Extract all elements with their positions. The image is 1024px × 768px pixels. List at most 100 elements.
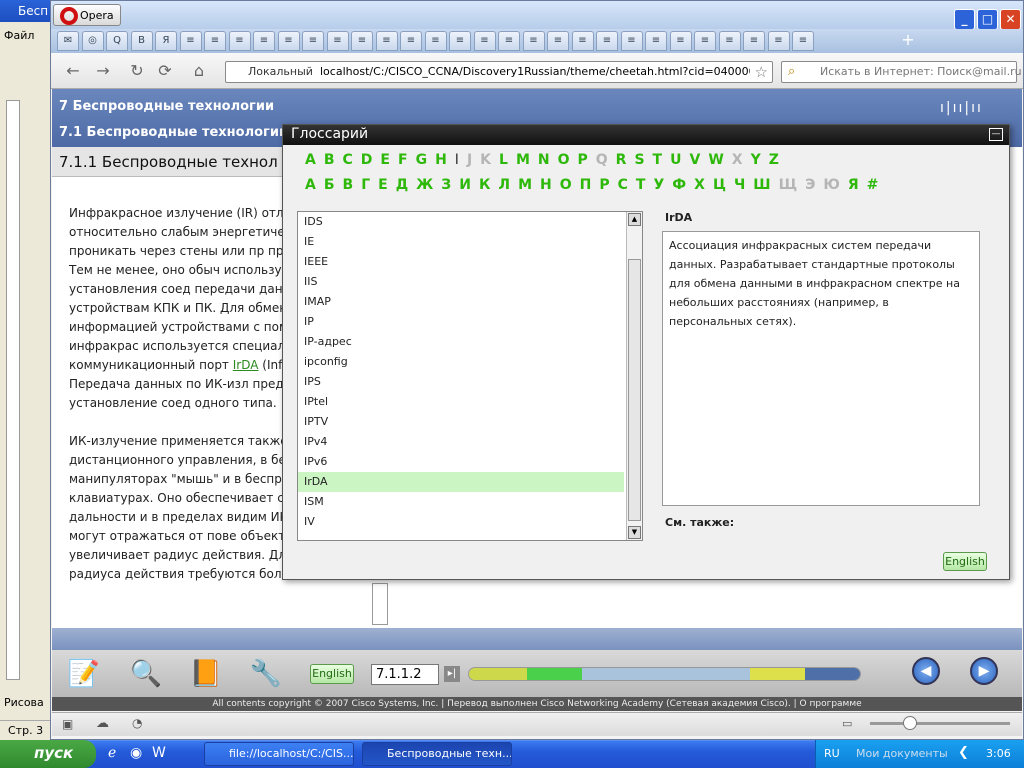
progress-segment[interactable] [638, 668, 694, 680]
browser-tab[interactable]: ≡ [547, 31, 569, 51]
latin-letter[interactable]: B [324, 152, 335, 168]
browser-tab[interactable]: ≡ [645, 31, 667, 51]
speed-dial-icon[interactable]: ◔ [132, 716, 142, 730]
browser-tab[interactable]: ≡ [620, 31, 643, 51]
term-list-item[interactable]: IV [298, 512, 624, 532]
term-list-item[interactable]: IPv6 [298, 452, 624, 472]
latin-letter[interactable]: C [343, 152, 353, 168]
scroll-down-icon[interactable]: ▼ [628, 526, 641, 539]
latin-letter[interactable]: M [516, 152, 530, 168]
zoom-slider-knob[interactable] [903, 716, 917, 730]
term-list-item[interactable]: IDS [298, 212, 624, 232]
page-number-field[interactable]: 7.1.1.2 [371, 664, 439, 685]
browser-tab[interactable]: ≡ [351, 31, 373, 51]
term-list-item[interactable]: IPv4 [298, 432, 624, 452]
progress-segment[interactable] [582, 668, 639, 680]
browser-tab[interactable]: Я [155, 31, 177, 51]
browser-tab[interactable]: ≡ [694, 31, 716, 51]
forward-icon[interactable]: → [93, 61, 113, 81]
cyrillic-letter[interactable]: О [560, 177, 572, 193]
cyrillic-letter[interactable]: З [441, 177, 451, 193]
term-list-item[interactable]: IMAP [298, 292, 624, 312]
latin-letter[interactable]: U [670, 152, 681, 168]
tray-arrow-icon[interactable]: ❮ [958, 745, 969, 760]
browser-tab[interactable]: ≡ [228, 31, 251, 51]
term-list-item[interactable]: IPtel [298, 392, 624, 412]
start-button[interactable]: пуск [0, 740, 96, 768]
tools-icon[interactable]: 🔧 [244, 656, 288, 692]
latin-letter[interactable]: W [708, 152, 723, 168]
cyrillic-letter[interactable]: С [618, 177, 628, 193]
browser-tab[interactable]: ≡ [204, 31, 226, 51]
minimize-button[interactable]: _ [954, 9, 975, 30]
cyrillic-letter[interactable]: Б [324, 177, 335, 193]
panel-toggle-icon[interactable]: ▣ [62, 717, 73, 731]
latin-letter[interactable]: F [398, 152, 408, 168]
term-list-scrollbar[interactable]: ▲ ▼ [626, 212, 642, 540]
browser-tab[interactable]: ≡ [669, 31, 692, 51]
browser-tab[interactable]: ✉ [57, 31, 79, 51]
latin-letter[interactable]: R [616, 152, 627, 168]
word-menu-file[interactable]: Файл [0, 24, 52, 46]
browser-tab[interactable]: ≡ [571, 31, 594, 51]
search-engine-icon[interactable]: ⌕ [788, 64, 795, 79]
cyrillic-letter[interactable]: В [343, 177, 354, 193]
browser-tab[interactable]: ≡ [596, 31, 618, 51]
cyrillic-letter[interactable]: Ч [734, 177, 745, 193]
cyrillic-letter[interactable]: Ж [416, 177, 433, 193]
browser-tab[interactable]: ≡ [326, 31, 349, 51]
term-list-item[interactable]: ISM [298, 492, 624, 512]
latin-letter[interactable]: D [361, 152, 373, 168]
word-quicklaunch-icon[interactable]: W [152, 745, 166, 761]
my-documents-link[interactable]: Мои документы [856, 747, 948, 760]
glossary-book-icon[interactable]: 📙 [184, 656, 228, 692]
term-list-item[interactable]: ipconfig [298, 352, 624, 372]
browser-tab[interactable]: ◎ [81, 31, 104, 51]
notes-icon[interactable]: 📝 [62, 656, 106, 692]
latin-letter[interactable]: Y [751, 152, 761, 168]
glossary-english-button[interactable]: English [943, 552, 987, 571]
close-button[interactable]: ✕ [1000, 9, 1021, 30]
term-list-item[interactable]: IIS [298, 272, 624, 292]
opera-menu-button[interactable]: Opera [53, 4, 121, 26]
go-page-icon[interactable]: ▸| [444, 666, 460, 682]
term-list-item[interactable]: IPS [298, 372, 624, 392]
cyrillic-letter[interactable]: П [580, 177, 592, 193]
cyrillic-letter[interactable]: Р [599, 177, 609, 193]
language-indicator[interactable]: RU [824, 747, 840, 760]
browser-tab[interactable]: ≡ [498, 31, 520, 51]
browser-tab[interactable]: ≡ [743, 31, 765, 51]
cyrillic-letter[interactable]: К [479, 177, 490, 193]
zoom-slider[interactable] [870, 722, 1010, 725]
history-icon[interactable]: ⟳ [155, 61, 175, 81]
browser-tab[interactable]: Q [106, 31, 128, 51]
cyrillic-letter[interactable]: Я [848, 177, 859, 193]
browser-tab[interactable]: ≡ [767, 31, 790, 51]
taskbar-opera-task[interactable]: file://localhost/C:/CIS... [204, 742, 354, 766]
progress-segment[interactable] [749, 668, 806, 680]
cloud-icon[interactable]: ☁ [96, 716, 109, 731]
latin-letter[interactable]: T [653, 152, 663, 168]
browser-tab[interactable]: ≡ [179, 31, 202, 51]
cyrillic-letter[interactable]: У [653, 177, 664, 193]
previous-page-button[interactable]: ◀ [912, 657, 940, 685]
browser-tab[interactable]: ≡ [277, 31, 300, 51]
glossary-minimize-button[interactable]: — [989, 128, 1003, 141]
browser-tab[interactable]: ≡ [253, 31, 275, 51]
chrome-quicklaunch-icon[interactable]: ◉ [130, 745, 142, 761]
english-button[interactable]: English [310, 664, 354, 684]
scroll-thumb[interactable] [628, 259, 641, 521]
term-list-item[interactable]: IEEE [298, 252, 624, 272]
cyrillic-letter[interactable]: Н [540, 177, 552, 193]
cyrillic-letter[interactable]: Х [694, 177, 705, 193]
browser-tab[interactable]: ≡ [302, 31, 324, 51]
cyrillic-letter[interactable]: Е [378, 177, 388, 193]
next-page-button[interactable]: ▶ [970, 657, 998, 685]
progress-segment[interactable] [805, 668, 860, 680]
bookmark-star-icon[interactable]: ☆ [755, 63, 768, 81]
browser-tab[interactable]: ≡ [424, 31, 447, 51]
latin-letter[interactable]: O [558, 152, 570, 168]
word-draw-toolbar[interactable]: Рисова [0, 694, 52, 712]
progress-segment[interactable] [693, 668, 750, 680]
latin-letter[interactable]: L [499, 152, 508, 168]
